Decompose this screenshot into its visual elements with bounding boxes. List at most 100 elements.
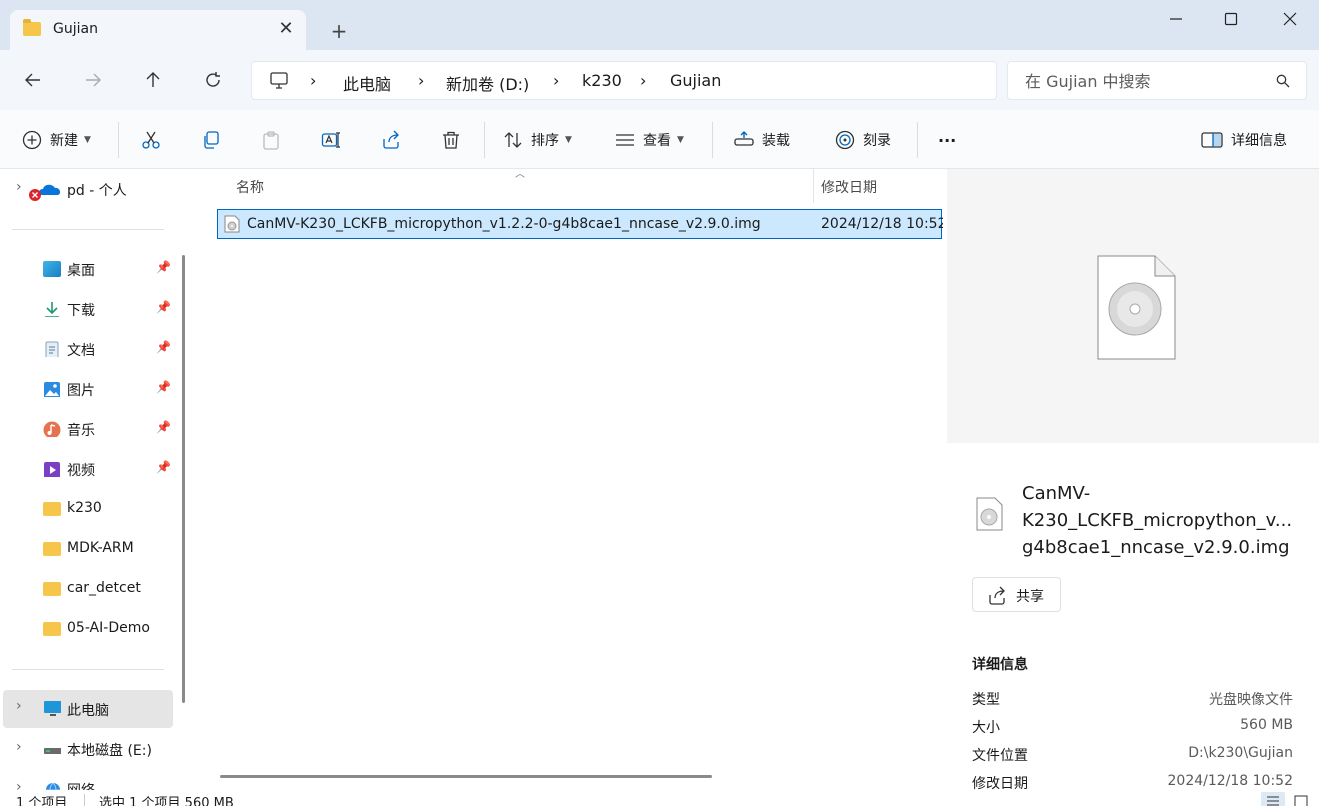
column-modified-header[interactable]: 修改日期 [821,177,877,197]
details-file-name-line: CanMV- [1022,483,1091,504]
sidebar-item-label: pd - 个人 [67,183,127,199]
sort-caret-icon: ︿ [515,169,525,180]
search-icon[interactable] [1276,74,1290,88]
prop-size-value: 560 MB [1240,717,1293,733]
sidebar-item-pictures[interactable]: 图片 📌 [0,371,175,407]
back-button[interactable] [18,65,48,95]
pin-icon[interactable]: 📌 [156,340,171,354]
details-pane: CanMV- K230_LCKFB_micropython_v... g4b8c… [943,169,1319,792]
sidebar-item-label: 此电脑 [67,703,109,719]
sidebar-item-music[interactable]: 音乐 📌 [0,411,175,447]
details-header: 详细信息 [972,657,1028,673]
delete-button[interactable] [441,122,461,158]
burn-button[interactable]: 刻录 [835,122,891,158]
more-icon: ··· [938,130,957,150]
mount-button[interactable]: 装载 [734,122,790,158]
new-button[interactable]: 新建 ▼ [22,122,91,158]
disc-image-file-icon [1097,255,1176,360]
forward-button[interactable] [78,65,108,95]
pin-icon[interactable]: 📌 [156,260,171,274]
status-bar: 1 个项目 选中 1 个项目 560 MB [0,790,1319,806]
up-button[interactable] [138,65,168,95]
mount-label: 装载 [762,133,790,149]
sidebar-item-car-detcet[interactable]: car_detcet [0,571,175,607]
tab-gujian[interactable]: Gujian ✕ [10,10,306,50]
rename-button[interactable] [321,122,341,158]
chevron-right-icon[interactable]: › [16,739,22,755]
sidebar-item-label: 本地磁盘 (E:) [67,743,152,759]
details-view-button[interactable] [1261,792,1285,806]
minimize-button[interactable] [1153,0,1199,40]
close-window-button[interactable] [1267,0,1313,40]
computer-icon [44,701,61,716]
share-button[interactable] [381,122,401,158]
sort-button[interactable]: 排序 ▼ [503,122,572,158]
prop-type-value: 光盘映像文件 [1209,692,1293,708]
details-file-name-line: g4b8cae1_nncase_v2.9.0.img [1022,537,1290,558]
sidebar-item-label: k230 [67,500,102,516]
status-divider [84,794,85,806]
column-name-header[interactable]: 名称 [236,177,264,197]
breadcrumb-gujian[interactable]: Gujian [670,71,721,90]
prop-modified-value: 2024/12/18 10:52 [1167,773,1294,789]
details-file-name: CanMV- K230_LCKFB_micropython_v... g4b8c… [1022,480,1302,561]
sidebar-item-network[interactable]: › 网络 [0,771,175,790]
drive-icon [44,748,61,754]
details-label: 详细信息 [1231,133,1287,149]
file-row[interactable]: CanMV-K230_LCKFB_micropython_v1.2.2-0-g4… [217,209,943,239]
breadcrumb-k230[interactable]: k230 [582,71,622,90]
cut-button[interactable] [141,122,161,158]
horizontal-scrollbar[interactable] [220,775,712,778]
maximize-icon [1224,12,1238,26]
sidebar-divider [12,669,164,670]
column-divider[interactable] [813,169,814,203]
share-label: 共享 [1016,589,1044,605]
sidebar-scrollbar[interactable] [182,255,185,703]
pin-icon[interactable]: 📌 [156,380,171,394]
chevron-right-icon[interactable]: › [16,779,22,790]
close-tab-icon[interactable]: ✕ [274,17,298,41]
sidebar-item-label: 图片 [67,383,95,399]
sidebar-item-this-pc[interactable]: › 此电脑 [3,690,173,728]
sidebar-item-onedrive[interactable]: › pd - 个人 [0,171,175,207]
folder-icon [43,542,61,556]
sidebar-item-local-disk-e[interactable]: › 本地磁盘 (E:) [0,731,175,767]
new-tab-button[interactable]: + [326,18,352,44]
chevron-right-icon[interactable]: › [16,698,22,714]
sidebar-item-desktop[interactable]: 桌面 📌 [0,251,175,287]
item-count: 1 个项目 [16,796,68,806]
command-bar: 新建 ▼ 排序 ▼ 查看 ▼ 装载 刻录 ··· 详细信息 [0,110,1319,169]
pin-icon[interactable]: 📌 [156,460,171,474]
pin-icon[interactable]: 📌 [156,420,171,434]
network-icon [46,782,60,790]
new-label: 新建 [50,133,78,149]
view-list-icon [616,134,634,146]
sidebar-item-05-ai-demo[interactable]: 05-AI-Demo [0,611,175,647]
share-button[interactable]: 共享 [972,577,1061,612]
sidebar-item-k230[interactable]: k230 [0,491,175,527]
sidebar-item-documents[interactable]: 文档 📌 [0,331,175,367]
view-button[interactable]: 查看 ▼ [615,122,684,158]
paste-button[interactable] [261,122,281,158]
maximize-button[interactable] [1208,0,1254,40]
download-icon [45,302,59,317]
details-file-name-line: K230_LCKFB_micropython_v... [1022,510,1293,531]
breadcrumb-this-pc[interactable]: 此电脑 [343,71,391,95]
breadcrumb-drive-d[interactable]: 新加卷 (D:) [446,71,529,95]
share-icon [383,130,399,149]
tiles-view-button[interactable] [1293,792,1317,806]
sidebar-item-mdk-arm[interactable]: MDK-ARM [0,531,175,567]
copy-button[interactable] [201,122,221,158]
prop-location-value: D:\k230\Gujian [1188,745,1293,761]
sidebar-item-downloads[interactable]: 下载 📌 [0,291,175,327]
more-options-button[interactable]: ··· [938,122,956,158]
tab-title: Gujian [53,21,98,37]
refresh-button[interactable] [198,65,228,95]
chevron-right-icon[interactable]: › [16,179,22,195]
address-bar[interactable]: › 此电脑 › 新加卷 (D:) › k230 › Gujian [251,61,997,100]
search-input[interactable] [1025,70,1265,92]
sidebar-item-videos[interactable]: 视频 📌 [0,451,175,487]
disc-image-file-icon [976,497,1003,531]
pin-icon[interactable]: 📌 [156,300,171,314]
details-pane-button[interactable]: 详细信息 [1201,122,1287,158]
